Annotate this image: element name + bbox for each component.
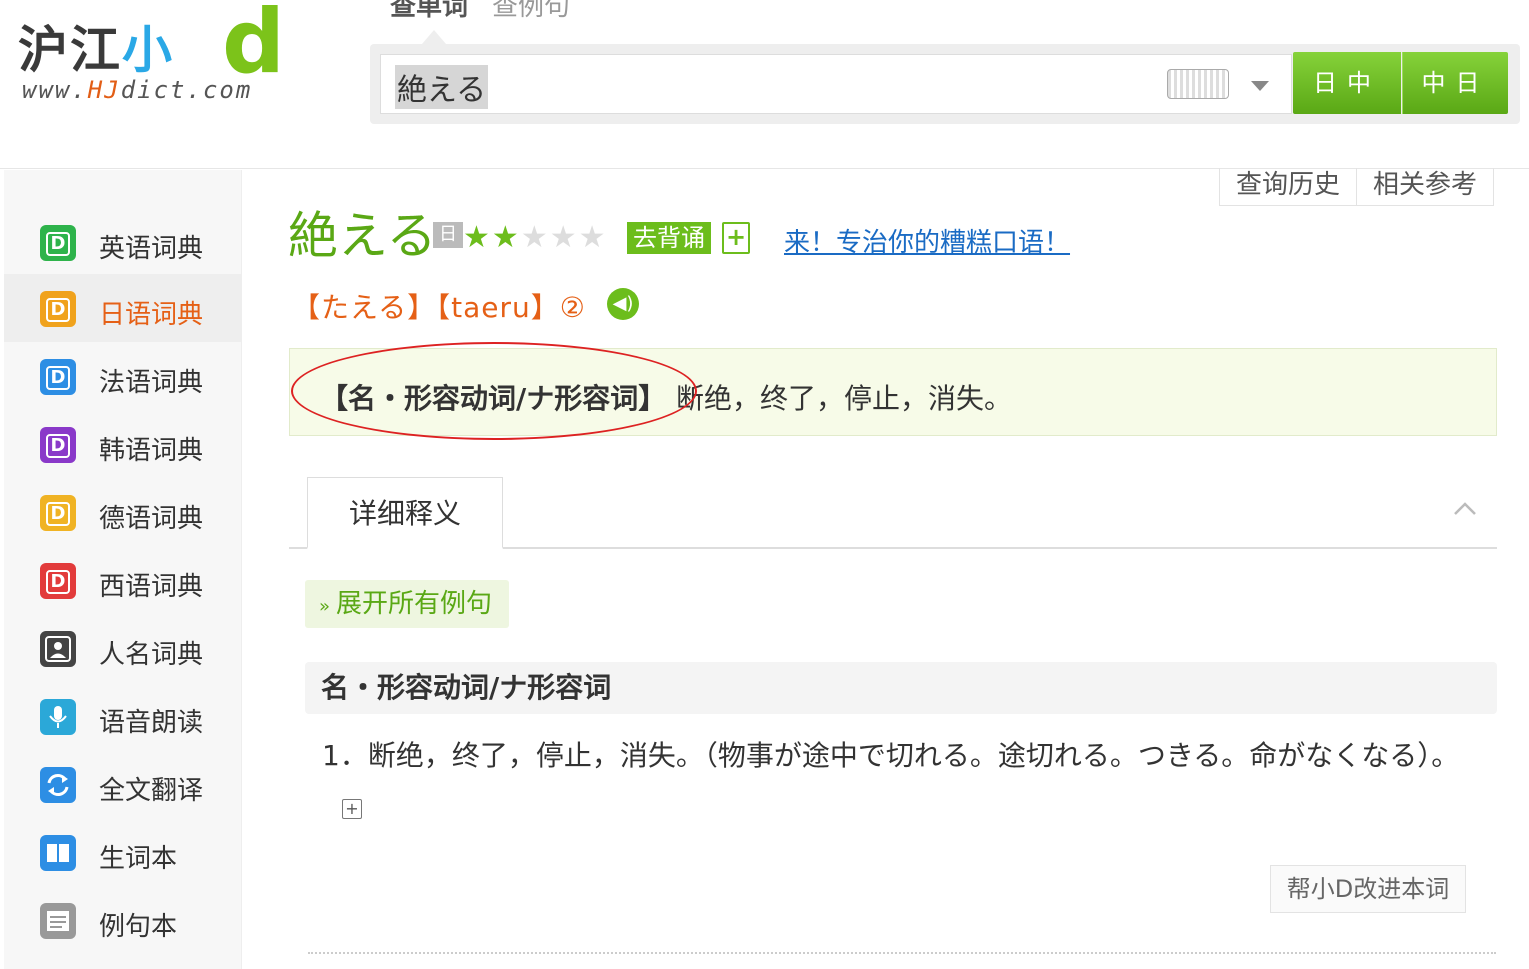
hjdict-logo[interactable]: 沪江小 d www.HJdict.com (14, 0, 304, 114)
search-input-value: 絶える (395, 65, 489, 109)
star-icon: ★ (549, 220, 579, 255)
sense-item: 1．断绝，终了，停止，消失。（物事が途中で切れる。途切れる。つきる。命がなくなる… (322, 739, 1460, 772)
star-icon: ★ (578, 220, 608, 255)
sidebar-item-label: 生词本 (99, 844, 178, 874)
expand-all-examples-button[interactable]: » 展开所有例句 (305, 580, 509, 628)
pos-heading: 名・形容动词/ナ形容词 (305, 662, 1497, 714)
improve-entry-button[interactable]: 帮小D改进本词 (1270, 865, 1466, 913)
tab-example-search[interactable]: 查例句 (492, 0, 570, 22)
sidebar-item-translate[interactable]: 全文翻译 (4, 750, 242, 818)
related-reference-link[interactable]: 相关参考 (1356, 168, 1493, 205)
star-icon: ★ (463, 220, 492, 255)
search-jc-button[interactable]: 日中 (1293, 52, 1401, 114)
entry-word: 絶える (288, 207, 437, 265)
sidebar-item-tts[interactable]: 语音朗读 (4, 682, 242, 750)
microphone-icon (40, 699, 76, 735)
language-tag: 日 (433, 222, 463, 248)
star-icon: ★ (491, 220, 521, 255)
brief-meaning: 断绝，终了，停止，消失。 (676, 382, 1013, 415)
spanish-dict-icon: D (40, 563, 76, 599)
query-history-link[interactable]: 查询历史 (1220, 168, 1356, 205)
logo-url: www.HJdict.com (22, 76, 253, 104)
person-icon (40, 631, 76, 667)
expand-plus-icon[interactable]: + (342, 799, 362, 819)
keyboard-icon[interactable] (1167, 69, 1229, 99)
sidebar-item-label: 例句本 (99, 912, 178, 942)
expand-label: 展开所有例句 (336, 589, 493, 619)
sidebar-item-label: 西语词典 (99, 572, 204, 602)
sidebar-item-japanese[interactable]: D 日语词典 (4, 274, 242, 342)
sidebar-item-names[interactable]: 人名词典 (4, 614, 242, 682)
double-chevron-down-icon: » (319, 596, 331, 617)
mode-caret-icon (422, 30, 446, 44)
sidebar-item-german[interactable]: D 德语词典 (4, 478, 242, 546)
sidebar-item-english[interactable]: D 英语词典 (4, 208, 242, 276)
sidebar-item-label: 德语词典 (99, 504, 204, 534)
add-to-wordbook-icon[interactable]: + (722, 222, 750, 254)
sidebar-item-label: 法语词典 (99, 368, 204, 398)
sidebar-item-label: 日语词典 (99, 300, 204, 330)
top-links: 查询历史 相关参考 (1219, 168, 1495, 206)
pronunciation: 【たえる】【taeru】② (292, 291, 586, 324)
search-mode-tabs: 查单词 查例句 (390, 0, 594, 23)
german-dict-icon: D (40, 495, 76, 531)
korean-dict-icon: D (40, 427, 76, 463)
tab-word-search[interactable]: 查单词 (390, 0, 468, 22)
recite-button[interactable]: 去背诵 (627, 222, 711, 254)
promo-link[interactable]: 来！专治你的糟糕口语！ (784, 222, 1070, 259)
search-input[interactable]: 絶える (380, 54, 1292, 114)
sidebar-item-wordbook[interactable]: 生词本 (4, 818, 242, 886)
sidebar-item-label: 英语词典 (99, 234, 204, 264)
difficulty-stars: ★★★★★ (463, 220, 608, 255)
dotted-divider (308, 952, 1496, 954)
sidebar-item-label: 全文翻译 (99, 776, 204, 806)
star-icon: ★ (520, 220, 550, 255)
french-dict-icon: D (40, 359, 76, 395)
sidebar-item-sentencebook[interactable]: 例句本 (4, 886, 242, 954)
sidebar-item-spanish[interactable]: D 西语词典 (4, 546, 242, 614)
highlight-ellipse (291, 342, 697, 440)
sidebar: D 英语词典 D 日语词典 D 法语词典 D 韩语词典 D 德语词典 D 西语词… (4, 170, 242, 969)
dropdown-arrow-icon[interactable] (1251, 81, 1269, 91)
english-dict-icon: D (40, 225, 76, 261)
sidebar-item-french[interactable]: D 法语词典 (4, 342, 242, 410)
sidebar-item-label: 语音朗读 (99, 708, 204, 738)
sidebar-item-korean[interactable]: D 韩语词典 (4, 410, 242, 478)
speaker-icon[interactable]: ◀) (607, 288, 639, 320)
logo-text-cn: 沪江小 (18, 20, 174, 79)
chevron-up-icon[interactable] (1452, 496, 1478, 522)
sidebar-item-label: 韩语词典 (99, 436, 204, 466)
sidebar-item-label: 人名词典 (99, 640, 204, 670)
refresh-icon (40, 767, 76, 803)
book-icon (40, 835, 76, 871)
tab-detailed-definition[interactable]: 详细释义 (307, 477, 503, 549)
japanese-dict-icon: D (40, 291, 76, 327)
search-cj-button[interactable]: 中日 (1402, 52, 1508, 114)
notes-icon (40, 903, 76, 939)
